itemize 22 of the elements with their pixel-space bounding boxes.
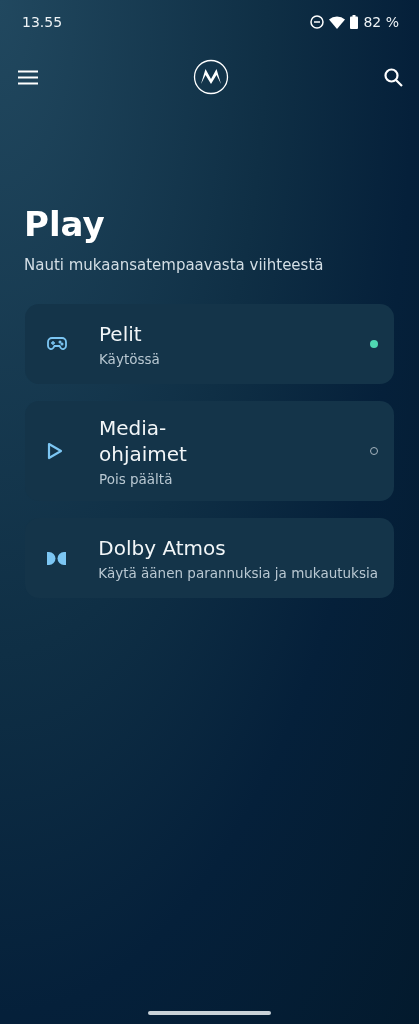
item-subtitle: Käytössä — [99, 351, 161, 367]
item-subtitle: Käytä äänen parannuksia ja mukautuksia — [98, 565, 378, 581]
play-icon — [47, 442, 63, 460]
settings-card[interactable]: Dolby Atmos Käytä äänen parannuksia ja mukautuksia — [25, 518, 394, 598]
gamepad-icon — [47, 336, 67, 352]
battery-icon — [350, 15, 359, 29]
item-subtitle: Pois päältä — [99, 471, 174, 487]
item-title: Dolby Atmos — [98, 535, 227, 561]
do-not-disturb-icon — [310, 15, 325, 29]
item-title: Pelit — [99, 321, 143, 347]
menu-icon[interactable] — [18, 69, 38, 85]
page-title: Play — [24, 204, 105, 244]
search-icon[interactable] — [384, 67, 403, 87]
item-title: Media-ohjaimet — [99, 415, 188, 467]
wifi-icon — [329, 15, 346, 29]
logo-icon — [193, 59, 229, 95]
status-time: 13.55 — [22, 14, 63, 30]
dolby-icon — [47, 551, 66, 565]
settings-card[interactable]: Pelit Käytössä — [25, 304, 394, 384]
settings-card[interactable]: Media-ohjaimet Pois päältä — [25, 401, 394, 501]
battery-percent: 82 % — [363, 14, 399, 30]
page-subtitle: Nauti mukaansatempaavasta viihteestä — [24, 256, 324, 274]
